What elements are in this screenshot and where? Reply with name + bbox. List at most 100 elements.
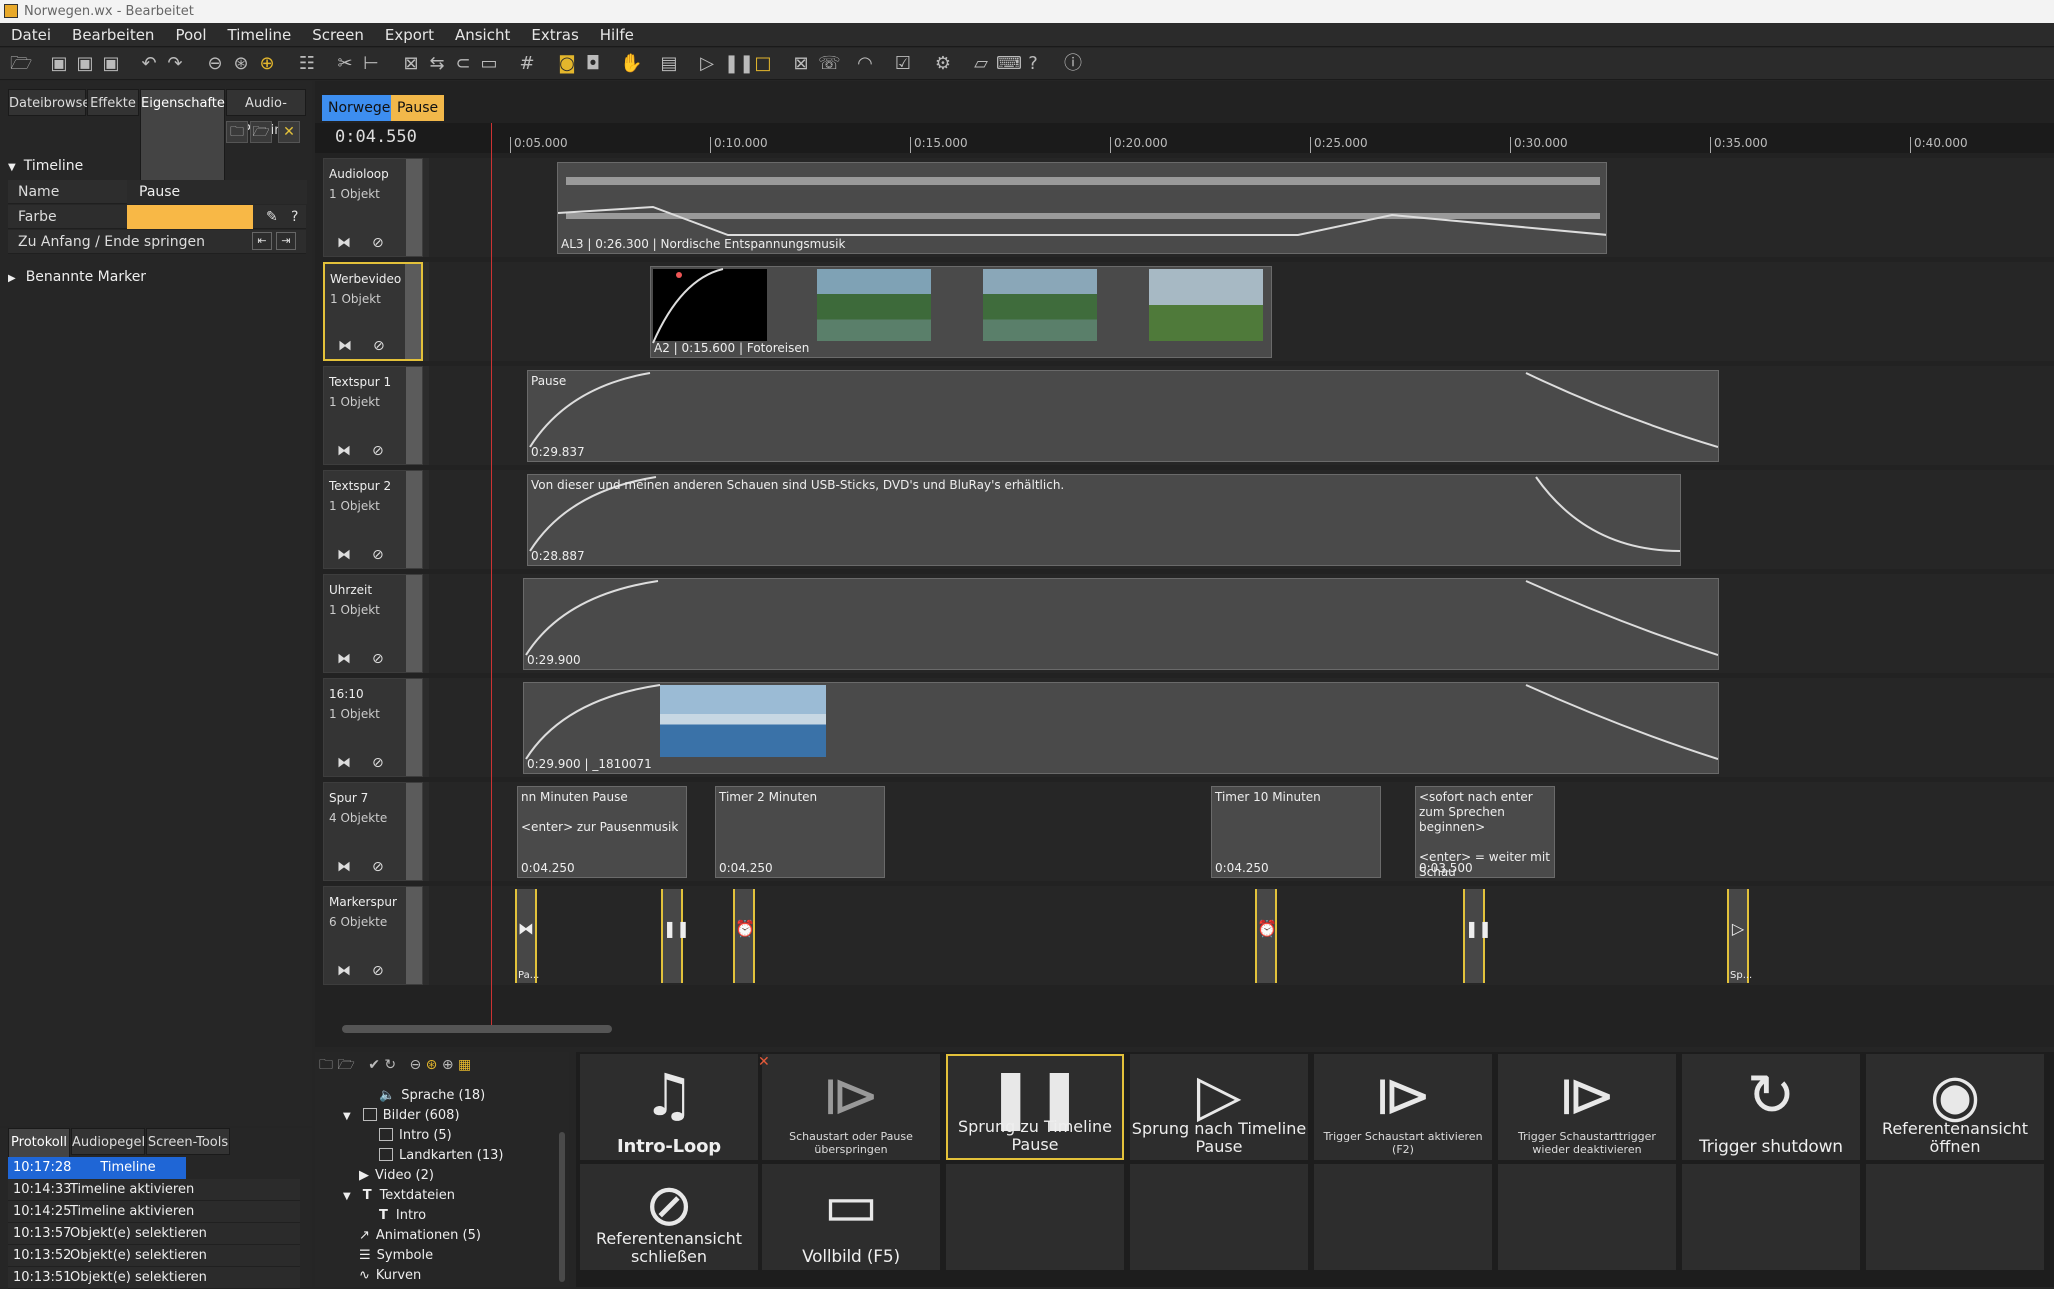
audio-clip[interactable]: AL3 | 0:26.300 | Nordische Entspannungsm…: [557, 162, 1607, 254]
menu-screen[interactable]: Screen: [301, 23, 374, 47]
tree-item[interactable]: ↗ Animationen (5): [359, 1226, 481, 1246]
eyedropper-icon[interactable]: ✎: [266, 205, 278, 229]
marker-timer[interactable]: ⏰: [733, 889, 755, 983]
track-header[interactable]: Audioloop 1 Objekt ⧓ ⊘: [323, 158, 423, 257]
keyboard-icon[interactable]: ⌨: [996, 53, 1022, 75]
timeline-tab-pause[interactable]: Pause: [391, 95, 445, 121]
help-icon[interactable]: ?: [1022, 53, 1044, 75]
marker-start[interactable]: ⧓ Pa...: [515, 889, 539, 983]
jump-start-icon[interactable]: ⇤: [252, 232, 272, 250]
video-clip[interactable]: A2 | 0:15.600 | Fotoreisen: [650, 266, 1272, 358]
playhead[interactable]: [491, 123, 492, 1026]
track-header[interactable]: 16:10 1 Objekt ⧓ ⊘: [323, 678, 423, 777]
magnet-icon[interactable]: ⊂: [452, 53, 474, 75]
log-row[interactable]: 10:14:33 Timeline aktivieren: [8, 1179, 300, 1201]
text-clip[interactable]: nn Minuten Pause <enter> zur Pausenmusik…: [517, 786, 687, 878]
tab-audiopegel[interactable]: Audiopegel: [71, 1128, 145, 1155]
text-clip[interactable]: 0:29.900: [523, 578, 1719, 670]
log-row[interactable]: 10:13:57 Objekt(e) selektieren: [8, 1223, 300, 1245]
tree-item[interactable]: Intro (5): [379, 1126, 452, 1146]
text-clip[interactable]: Timer 2 Minuten 0:04.250: [715, 786, 885, 878]
preview-icon[interactable]: ◙: [556, 53, 578, 75]
image-clip[interactable]: 0:29.900 | _1810071: [523, 682, 1719, 774]
action-close-presenter[interactable]: ⊘ Referentenansicht schließen: [580, 1164, 758, 1270]
text-clip[interactable]: Von dieser und meinen anderen Schauen si…: [527, 474, 1681, 566]
action-open-presenter[interactable]: ◉ Referentenansicht öffnen: [1866, 1054, 2044, 1160]
action-fullscreen[interactable]: ▭ Vollbild (F5): [762, 1164, 940, 1270]
color-swatch[interactable]: [127, 205, 253, 229]
open-folder-icon[interactable]: 🗁: [10, 53, 32, 75]
save-as-icon[interactable]: ▣: [74, 53, 96, 75]
log-row[interactable]: 10:13:52 Objekt(e) selektieren: [8, 1245, 300, 1267]
swap-icon[interactable]: ⇆: [426, 53, 448, 75]
action-after-pause[interactable]: ▷ Sprung nach Timeline Pause: [1130, 1054, 1308, 1160]
ruler-icon[interactable]: ▭: [478, 53, 500, 75]
pause-icon[interactable]: ❚❚: [724, 53, 754, 75]
collapse-icon[interactable]: ✕: [278, 121, 300, 143]
grid-view-icon[interactable]: ▦: [458, 1057, 471, 1073]
tree-item[interactable]: ∿ Kurven: [359, 1266, 421, 1286]
action-skip-start[interactable]: ✕ ⧐ Schaustart oder Pause überspringen: [758, 1054, 940, 1160]
help-icon[interactable]: ?: [291, 205, 298, 229]
time-ruler[interactable]: 0:04.550 0:05.000 0:10.000 0:15.000 0:20…: [315, 123, 2054, 153]
check-icon[interactable]: ✔: [368, 1057, 380, 1073]
undo-icon[interactable]: ↶: [138, 53, 160, 75]
jump-end-icon[interactable]: ⇥: [276, 232, 296, 250]
action-trigger-start[interactable]: ⧐ Trigger Schaustart aktivieren (F2): [1314, 1054, 1492, 1160]
menu-export[interactable]: Export: [374, 23, 444, 47]
folder-icon[interactable]: 🗀: [226, 121, 248, 143]
zoom-fit-icon[interactable]: ⊛: [426, 1057, 438, 1073]
text-clip[interactable]: Pause 0:29.837: [527, 370, 1719, 462]
marker-pause[interactable]: ❚❚: [661, 889, 690, 983]
track-header[interactable]: Werbevideo 1 Objekt ⧓ ⊘: [323, 262, 423, 361]
action-trigger-deactivate[interactable]: ⧐ Trigger Schaustarttrigger wieder deakti…: [1498, 1054, 1676, 1160]
menu-pool[interactable]: Pool: [164, 23, 216, 47]
menu-hilfe[interactable]: Hilfe: [589, 23, 644, 47]
menu-ansicht[interactable]: Ansicht: [444, 23, 520, 47]
track-header[interactable]: Textspur 11 Objekt ⧓ ⊘: [323, 366, 423, 465]
marker-timer[interactable]: ⏰: [1255, 889, 1277, 983]
text-clip[interactable]: <sofort nach enter zum Sprechen beginnen…: [1415, 786, 1555, 878]
gear-icon[interactable]: ⚙: [932, 53, 954, 75]
close-box-icon[interactable]: ⊠: [790, 53, 812, 75]
menu-extras[interactable]: Extras: [520, 23, 588, 47]
log-row[interactable]: 10:14:25 Timeline aktivieren: [8, 1201, 300, 1223]
info-icon[interactable]: ⓘ: [1062, 53, 1084, 75]
save-icon[interactable]: ▣: [48, 53, 70, 75]
split-icon[interactable]: ⊢: [360, 53, 382, 75]
section-timeline[interactable]: ▼ Timeline: [8, 154, 306, 178]
tree-scrollbar[interactable]: [559, 1132, 565, 1282]
refresh-icon[interactable]: ↻: [384, 1057, 396, 1073]
grid-icon[interactable]: #: [516, 53, 538, 75]
horizontal-scrollbar[interactable]: [342, 1025, 612, 1033]
tree-item[interactable]: Landkarten (13): [379, 1146, 503, 1166]
zoom-in-icon[interactable]: ⊕: [442, 1057, 454, 1073]
wifi-icon[interactable]: ◠: [854, 53, 876, 75]
trim-icon[interactable]: ⊠: [400, 53, 422, 75]
chat-icon[interactable]: ▱: [970, 53, 992, 75]
zoom-out-icon[interactable]: ⊖: [204, 53, 226, 75]
tree-item[interactable]: T Intro: [379, 1206, 426, 1226]
menu-timeline[interactable]: Timeline: [217, 23, 302, 47]
section-named-markers[interactable]: ▶ Benannte Marker: [8, 265, 306, 289]
tree-item[interactable]: 🔈 Sprache (18): [379, 1086, 485, 1106]
name-field[interactable]: Pause: [127, 180, 307, 204]
tree-item[interactable]: ▶ Video (2): [359, 1166, 434, 1186]
tree-item[interactable]: ☰ Symbole: [359, 1246, 433, 1266]
track-header[interactable]: Uhrzeit 1 Objekt ⧓ ⊘: [323, 574, 423, 673]
log-row[interactable]: 10:13:51 Objekt(e) selektieren: [8, 1267, 300, 1289]
clapper-icon[interactable]: ▤: [658, 53, 680, 75]
marker-play[interactable]: ▷ Sp...: [1727, 889, 1752, 983]
checklist-icon[interactable]: ☑: [892, 53, 914, 75]
open-folder-icon[interactable]: 🗁: [250, 121, 272, 143]
action-jump-pause[interactable]: ❚❚ Sprung zu Timeline Pause: [946, 1054, 1124, 1160]
align-icon[interactable]: ☷: [296, 53, 318, 75]
cut-icon[interactable]: ✂: [334, 53, 356, 75]
action-shutdown[interactable]: ↻ Trigger shutdown: [1682, 1054, 1860, 1160]
menu-bearbeiten[interactable]: Bearbeiten: [61, 23, 164, 47]
text-clip[interactable]: Timer 10 Minuten 0:04.250: [1211, 786, 1381, 878]
stop-icon[interactable]: □: [752, 53, 774, 75]
redo-icon[interactable]: ↷: [164, 53, 186, 75]
hand-icon[interactable]: ✋: [620, 53, 642, 75]
track-header[interactable]: Markerspur 6 Objekte ⧓ ⊘: [323, 886, 423, 985]
